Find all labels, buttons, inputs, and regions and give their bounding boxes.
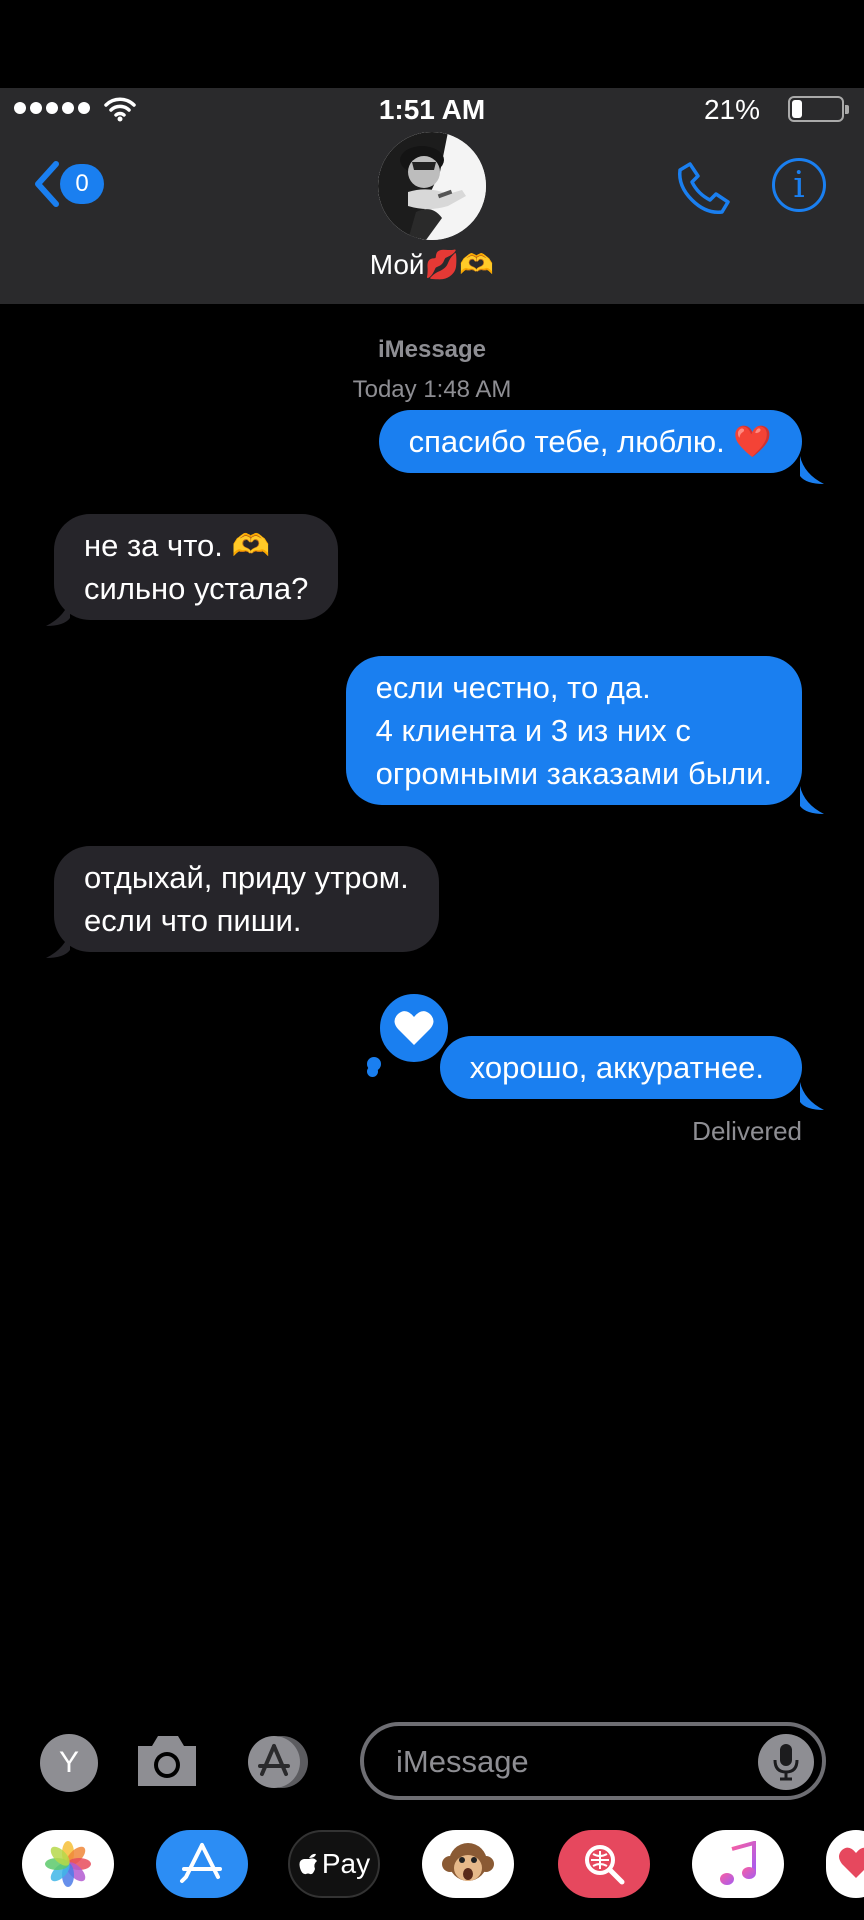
contact-name[interactable]: Мой💋🫶 bbox=[0, 248, 864, 281]
apple-pay-label: Pay bbox=[321, 1848, 371, 1879]
tapback-tail-dot bbox=[367, 1066, 378, 1077]
bubble-tail bbox=[46, 598, 70, 626]
bubble-tail bbox=[800, 786, 824, 814]
apple-pay-app-button[interactable]: Pay bbox=[288, 1830, 380, 1898]
bubble-tail bbox=[800, 456, 824, 484]
message-bubble-incoming[interactable]: не за что. 🫶 сильно устала? bbox=[54, 514, 339, 620]
message-line: огромными заказами были. bbox=[375, 756, 772, 791]
status-bar: 1:51 AM 21% bbox=[0, 88, 864, 132]
app-store-button[interactable] bbox=[246, 1734, 310, 1790]
bubble-tail bbox=[800, 1082, 824, 1110]
compose-bar: Y iMessage bbox=[0, 1722, 864, 1806]
message-line: спасибо тебе, люблю. ❤️ bbox=[408, 424, 772, 459]
animoji-icon bbox=[442, 1843, 494, 1881]
contact-photo bbox=[378, 132, 486, 240]
photos-app-button[interactable] bbox=[22, 1830, 114, 1898]
back-button[interactable]: 0 bbox=[32, 160, 104, 208]
camera-icon[interactable] bbox=[134, 1732, 200, 1790]
music-app-button[interactable] bbox=[692, 1830, 784, 1898]
image-search-icon bbox=[585, 1845, 625, 1885]
user-avatar-button[interactable]: Y bbox=[40, 1734, 98, 1792]
app-store-app-button[interactable] bbox=[156, 1830, 248, 1898]
message-bubble-outgoing[interactable]: хорошо, аккуратнее. bbox=[439, 1036, 802, 1099]
contact-avatar[interactable] bbox=[378, 132, 486, 240]
info-icon: i bbox=[793, 164, 805, 206]
tapback-reaction[interactable] bbox=[376, 990, 452, 1066]
image-search-app-button[interactable] bbox=[558, 1830, 650, 1898]
phone-icon[interactable] bbox=[676, 160, 732, 216]
battery-level-fill bbox=[792, 100, 802, 118]
message-line: сильно устала? bbox=[84, 571, 309, 606]
apple-pay-icon bbox=[299, 1853, 317, 1875]
thread-timestamp: Today 1:48 AM bbox=[352, 376, 512, 403]
digital-touch-app-button[interactable] bbox=[826, 1830, 864, 1898]
music-icon bbox=[720, 1841, 756, 1885]
message-line: 4 клиента и 3 из них с bbox=[375, 713, 691, 748]
message-bubble-outgoing[interactable]: спасибо тебе, люблю. ❤️ bbox=[378, 410, 802, 473]
message-input[interactable]: iMessage bbox=[360, 1722, 826, 1800]
app-store-icon bbox=[180, 1843, 222, 1883]
photos-app-icon bbox=[45, 1841, 91, 1887]
message-line: если честно, то да. bbox=[375, 670, 651, 705]
message-bubble-incoming[interactable]: отдыхай, приду утром. если что пиши. bbox=[54, 846, 439, 952]
service-label: iMessage bbox=[377, 336, 487, 363]
battery-icon bbox=[788, 96, 849, 122]
message-input-placeholder: iMessage bbox=[396, 1744, 529, 1779]
bubble-tail bbox=[46, 930, 70, 958]
message-line: отдыхай, приду утром. bbox=[84, 860, 409, 895]
message-line: не за что. 🫶 bbox=[84, 528, 271, 563]
unread-count-badge: 0 bbox=[60, 164, 104, 204]
top-bezel bbox=[0, 0, 864, 88]
delivery-status: Delivered bbox=[692, 1116, 802, 1146]
message-line: хорошо, аккуратнее. bbox=[469, 1050, 764, 1085]
conversation-header: 0 Мой💋🫶 i bbox=[0, 132, 864, 304]
message-bubble-outgoing[interactable]: если честно, то да. 4 клиента и 3 из них… bbox=[345, 656, 802, 805]
message-line: если что пиши. bbox=[84, 903, 302, 938]
app-drawer: Pay bbox=[0, 1830, 864, 1920]
animoji-app-button[interactable] bbox=[422, 1830, 514, 1898]
battery-percent: 21% bbox=[703, 94, 760, 125]
chevron-left-icon bbox=[35, 161, 59, 207]
microphone-icon bbox=[773, 1744, 799, 1781]
digital-touch-icon bbox=[839, 1847, 864, 1878]
app-store-icon bbox=[248, 1736, 308, 1788]
info-button[interactable]: i bbox=[772, 158, 826, 212]
dictation-button[interactable] bbox=[758, 1734, 814, 1790]
heart-icon bbox=[394, 1011, 434, 1045]
